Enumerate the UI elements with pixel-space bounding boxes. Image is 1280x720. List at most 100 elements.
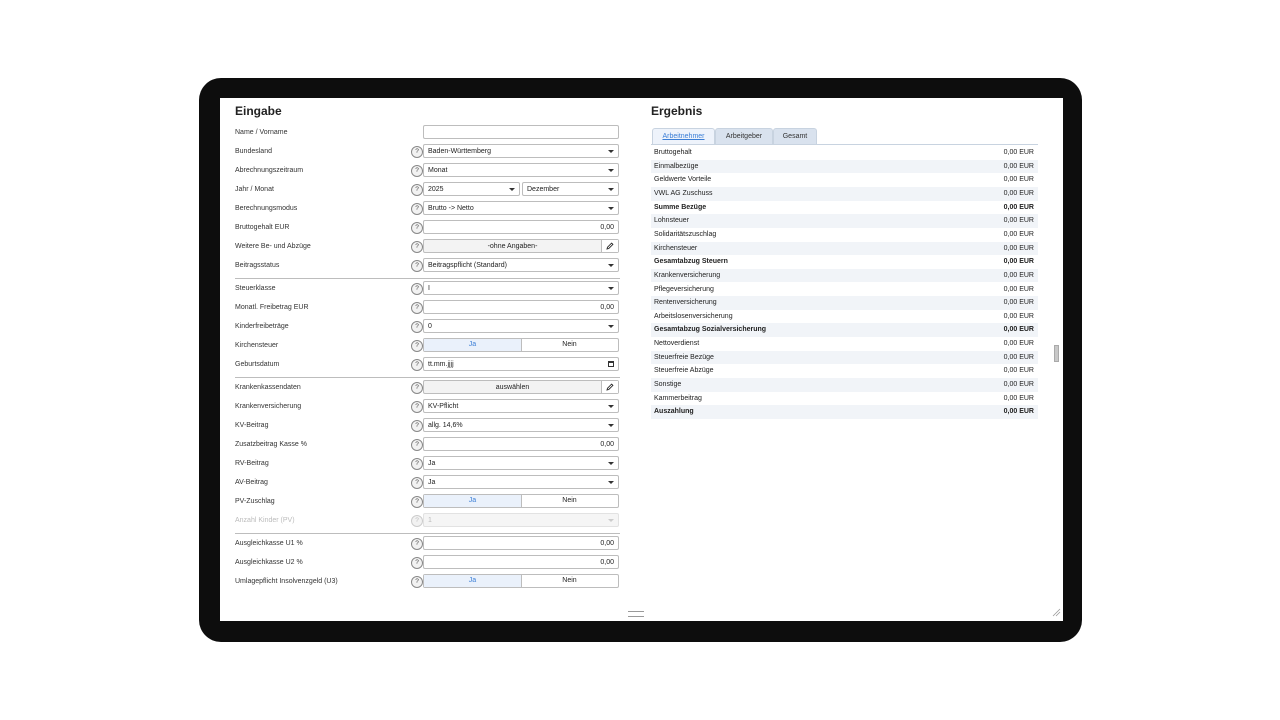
picker-label: auswählen bbox=[495, 384, 530, 391]
toggle-yes[interactable]: Ja bbox=[424, 575, 522, 587]
help-icon[interactable]: ? bbox=[411, 382, 423, 394]
result-label: Sonstige bbox=[654, 381, 682, 389]
section-divider bbox=[235, 533, 620, 534]
help-icon[interactable]: ? bbox=[411, 184, 423, 196]
toggle-no[interactable]: Nein bbox=[521, 495, 618, 507]
toggle-yes[interactable]: Ja bbox=[424, 339, 522, 351]
help-icon[interactable]: ? bbox=[411, 496, 423, 508]
help-icon[interactable]: ? bbox=[411, 477, 423, 489]
select-value: KV-Pflicht bbox=[428, 403, 459, 410]
toggle-yes[interactable]: Ja bbox=[424, 495, 522, 507]
help-icon[interactable]: ? bbox=[411, 439, 423, 451]
tab-arbeitgeber[interactable]: Arbeitgeber bbox=[715, 128, 773, 145]
month-select[interactable]: Dezember bbox=[522, 182, 619, 196]
select-value: Beitragspflicht (Standard) bbox=[428, 262, 507, 269]
select-dropdown[interactable]: Brutto -> Netto bbox=[423, 201, 619, 215]
pencil-icon[interactable] bbox=[601, 381, 618, 393]
field-label: AV-Beitrag bbox=[235, 479, 268, 486]
select-dropdown[interactable]: Beitragspflicht (Standard) bbox=[423, 258, 619, 272]
result-value: 0,00 EUR bbox=[1003, 367, 1034, 375]
pencil-icon[interactable] bbox=[601, 240, 618, 252]
text-input[interactable]: 0,00 bbox=[423, 555, 619, 569]
toggle-no[interactable]: Nein bbox=[521, 339, 618, 351]
select-dropdown[interactable]: allg. 14,6% bbox=[423, 418, 619, 432]
result-value: 0,00 EUR bbox=[1003, 312, 1034, 320]
result-row: Lohnsteuer 0,00 EUR bbox=[651, 214, 1038, 228]
result-label: Gesamtabzug Sozialversicherung bbox=[654, 326, 767, 334]
select-dropdown[interactable]: I bbox=[423, 281, 619, 295]
select-dropdown[interactable]: 1 bbox=[423, 513, 619, 527]
resize-grip-icon[interactable] bbox=[1052, 608, 1061, 617]
form-row: Krankenversicherung? KV-Pflicht bbox=[235, 399, 620, 415]
date-input[interactable]: tt.mm.jjjj bbox=[423, 357, 619, 371]
field-label: Bruttogehalt EUR bbox=[235, 224, 290, 231]
select-value: Monat bbox=[428, 167, 448, 174]
select-dropdown[interactable]: 0 bbox=[423, 319, 619, 333]
select-dropdown[interactable]: Ja bbox=[423, 456, 619, 470]
help-icon[interactable]: ? bbox=[411, 260, 423, 272]
field-label: PV-Zuschlag bbox=[235, 498, 275, 505]
result-row: Steuerfreie Abzüge 0,00 EUR bbox=[651, 364, 1038, 378]
result-label: VWL AG Zuschuss bbox=[654, 189, 713, 197]
scrollbar-handle[interactable] bbox=[1054, 345, 1059, 362]
form-row: Name / Vorname bbox=[235, 125, 620, 141]
result-row: Nettoverdienst 0,00 EUR bbox=[651, 337, 1038, 351]
form-row: Ausgleichkasse U2 %? 0,00 bbox=[235, 555, 620, 571]
help-icon[interactable]: ? bbox=[411, 203, 423, 215]
help-icon[interactable]: ? bbox=[411, 321, 423, 333]
result-row: Rentenversicherung 0,00 EUR bbox=[651, 296, 1038, 310]
help-icon[interactable]: ? bbox=[411, 515, 423, 527]
picker-button[interactable]: -ohne Angaben- bbox=[423, 239, 619, 253]
text-input[interactable]: 0,00 bbox=[423, 536, 619, 550]
text-input[interactable]: 0,00 bbox=[423, 300, 619, 314]
year-select[interactable]: 2025 bbox=[423, 182, 520, 196]
select-value: Dezember bbox=[527, 186, 560, 193]
chevron-down-icon bbox=[608, 325, 614, 328]
result-value: 0,00 EUR bbox=[1003, 203, 1034, 211]
tab-gesamt[interactable]: Gesamt bbox=[773, 128, 817, 145]
field-label: Krankenkassendaten bbox=[235, 384, 301, 391]
help-icon[interactable]: ? bbox=[411, 576, 423, 588]
help-icon[interactable]: ? bbox=[411, 420, 423, 432]
result-value: 0,00 EUR bbox=[1003, 244, 1034, 252]
result-label: Arbeitslosenversicherung bbox=[654, 312, 733, 320]
form-row: AV-Beitrag? Ja bbox=[235, 475, 620, 491]
help-icon[interactable]: ? bbox=[411, 359, 423, 371]
field-control: I bbox=[423, 281, 619, 295]
text-input[interactable] bbox=[423, 125, 619, 139]
text-input[interactable]: 0,00 bbox=[423, 220, 619, 234]
help-icon[interactable]: ? bbox=[411, 458, 423, 470]
select-dropdown[interactable]: Baden-Württemberg bbox=[423, 144, 619, 158]
date-placeholder: tt.mm.jjjj bbox=[428, 361, 454, 368]
field-label: Ausgleichkasse U1 % bbox=[235, 540, 303, 547]
help-icon[interactable]: ? bbox=[411, 538, 423, 550]
help-icon[interactable]: ? bbox=[411, 283, 423, 295]
result-row: Einmalbezüge 0,00 EUR bbox=[651, 159, 1038, 174]
help-icon[interactable]: ? bbox=[411, 401, 423, 413]
help-icon[interactable]: ? bbox=[411, 222, 423, 234]
result-value: 0,00 EUR bbox=[1003, 149, 1034, 156]
help-icon[interactable]: ? bbox=[411, 557, 423, 569]
select-value: Ja bbox=[428, 460, 436, 467]
calendar-icon[interactable] bbox=[608, 361, 614, 367]
field-label: Kirchensteuer bbox=[235, 342, 279, 349]
help-icon[interactable]: ? bbox=[411, 302, 423, 314]
help-icon[interactable]: ? bbox=[411, 241, 423, 253]
help-icon[interactable]: ? bbox=[411, 146, 423, 158]
picker-button[interactable]: auswählen bbox=[423, 380, 619, 394]
help-icon[interactable]: ? bbox=[411, 340, 423, 352]
chevron-down-icon bbox=[608, 150, 614, 153]
drag-handle[interactable] bbox=[628, 611, 644, 617]
select-value: 0 bbox=[428, 323, 432, 330]
select-dropdown[interactable]: KV-Pflicht bbox=[423, 399, 619, 413]
result-row: Kammerbeitrag 0,00 EUR bbox=[651, 392, 1038, 406]
help-icon[interactable]: ? bbox=[411, 165, 423, 177]
select-dropdown[interactable]: Ja bbox=[423, 475, 619, 489]
result-label: Auszahlung bbox=[654, 408, 694, 416]
form-row: Kirchensteuer? Ja Nein bbox=[235, 338, 620, 354]
tab-arbeitnehmer[interactable]: Arbeitnehmer bbox=[652, 128, 715, 145]
select-dropdown[interactable]: Monat bbox=[423, 163, 619, 177]
text-input[interactable]: 0,00 bbox=[423, 437, 619, 451]
toggle-no[interactable]: Nein bbox=[521, 575, 618, 587]
field-control: tt.mm.jjjj bbox=[423, 357, 619, 371]
